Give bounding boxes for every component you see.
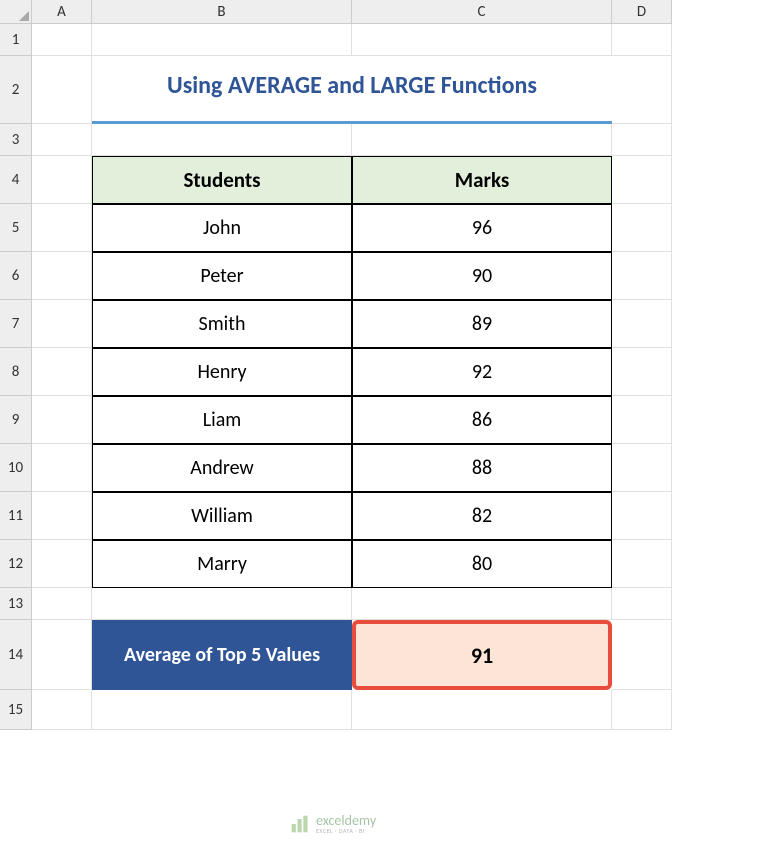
row-header-13[interactable]: 13 xyxy=(0,588,32,620)
table-row[interactable]: Andrew xyxy=(92,444,352,492)
cell-c15[interactable] xyxy=(352,690,612,730)
cell-d12[interactable] xyxy=(612,540,672,588)
table-row[interactable]: Henry xyxy=(92,348,352,396)
watermark: exceldemy EXCEL · DATA · BI xyxy=(290,814,376,834)
cell-a2[interactable] xyxy=(32,56,92,124)
cell-b3[interactable] xyxy=(92,124,352,156)
cell-c3[interactable] xyxy=(352,124,612,156)
row-header-3[interactable]: 3 xyxy=(0,124,32,156)
cell-a9[interactable] xyxy=(32,396,92,444)
cell-d14[interactable] xyxy=(612,620,672,690)
table-row[interactable]: 80 xyxy=(352,540,612,588)
cell-b15[interactable] xyxy=(92,690,352,730)
row-header-10[interactable]: 10 xyxy=(0,444,32,492)
spreadsheet-grid: A B C D 1 2 Using AVERAGE and LARGE Func… xyxy=(0,0,768,730)
cell-a11[interactable] xyxy=(32,492,92,540)
cell-a12[interactable] xyxy=(32,540,92,588)
result-label[interactable]: Average of Top 5 Values xyxy=(92,620,352,690)
table-header-marks[interactable]: Marks xyxy=(352,156,612,204)
table-row[interactable]: 86 xyxy=(352,396,612,444)
cell-c13[interactable] xyxy=(352,588,612,620)
cell-d11[interactable] xyxy=(612,492,672,540)
cell-d13[interactable] xyxy=(612,588,672,620)
cell-b13[interactable] xyxy=(92,588,352,620)
table-header-students[interactable]: Students xyxy=(92,156,352,204)
cell-a14[interactable] xyxy=(32,620,92,690)
row-header-2[interactable]: 2 xyxy=(0,56,32,124)
row-header-5[interactable]: 5 xyxy=(0,204,32,252)
cell-a13[interactable] xyxy=(32,588,92,620)
cell-a1[interactable] xyxy=(32,24,92,56)
cell-d4[interactable] xyxy=(612,156,672,204)
cell-a7[interactable] xyxy=(32,300,92,348)
table-row[interactable]: 96 xyxy=(352,204,612,252)
table-row[interactable]: Smith xyxy=(92,300,352,348)
row-header-15[interactable]: 15 xyxy=(0,690,32,730)
row-header-11[interactable]: 11 xyxy=(0,492,32,540)
row-header-1[interactable]: 1 xyxy=(0,24,32,56)
cell-a8[interactable] xyxy=(32,348,92,396)
table-row[interactable]: 92 xyxy=(352,348,612,396)
cell-d6[interactable] xyxy=(612,252,672,300)
cell-d8[interactable] xyxy=(612,348,672,396)
cell-a4[interactable] xyxy=(32,156,92,204)
cell-d1[interactable] xyxy=(612,24,672,56)
table-row[interactable]: 88 xyxy=(352,444,612,492)
cell-d10[interactable] xyxy=(612,444,672,492)
cell-d7[interactable] xyxy=(612,300,672,348)
row-header-8[interactable]: 8 xyxy=(0,348,32,396)
col-header-b[interactable]: B xyxy=(92,0,352,24)
cell-d3[interactable] xyxy=(612,124,672,156)
col-header-c[interactable]: C xyxy=(352,0,612,24)
cell-a15[interactable] xyxy=(32,690,92,730)
cell-a5[interactable] xyxy=(32,204,92,252)
row-header-12[interactable]: 12 xyxy=(0,540,32,588)
cell-a10[interactable] xyxy=(32,444,92,492)
cell-d9[interactable] xyxy=(612,396,672,444)
watermark-tagline: EXCEL · DATA · BI xyxy=(316,828,376,834)
row-header-7[interactable]: 7 xyxy=(0,300,32,348)
cell-d2[interactable] xyxy=(612,56,672,124)
chart-icon xyxy=(290,814,310,834)
cell-c1[interactable] xyxy=(352,24,612,56)
table-row[interactable]: 90 xyxy=(352,252,612,300)
col-header-a[interactable]: A xyxy=(32,0,92,24)
table-row[interactable]: John xyxy=(92,204,352,252)
table-row[interactable]: Peter xyxy=(92,252,352,300)
title-cell[interactable]: Using AVERAGE and LARGE Functions xyxy=(92,56,612,124)
cell-a6[interactable] xyxy=(32,252,92,300)
col-header-d[interactable]: D xyxy=(612,0,672,24)
table-row[interactable]: Liam xyxy=(92,396,352,444)
table-row[interactable]: Marry xyxy=(92,540,352,588)
result-value[interactable]: 91 xyxy=(352,620,612,690)
cell-d15[interactable] xyxy=(612,690,672,730)
row-header-9[interactable]: 9 xyxy=(0,396,32,444)
row-header-4[interactable]: 4 xyxy=(0,156,32,204)
row-header-14[interactable]: 14 xyxy=(0,620,32,690)
select-all-corner[interactable] xyxy=(0,0,32,24)
cell-a3[interactable] xyxy=(32,124,92,156)
table-row[interactable]: William xyxy=(92,492,352,540)
watermark-brand: exceldemy xyxy=(316,814,376,828)
cell-b1[interactable] xyxy=(92,24,352,56)
row-header-6[interactable]: 6 xyxy=(0,252,32,300)
watermark-text: exceldemy EXCEL · DATA · BI xyxy=(316,814,376,834)
cell-d5[interactable] xyxy=(612,204,672,252)
table-row[interactable]: 89 xyxy=(352,300,612,348)
table-row[interactable]: 82 xyxy=(352,492,612,540)
